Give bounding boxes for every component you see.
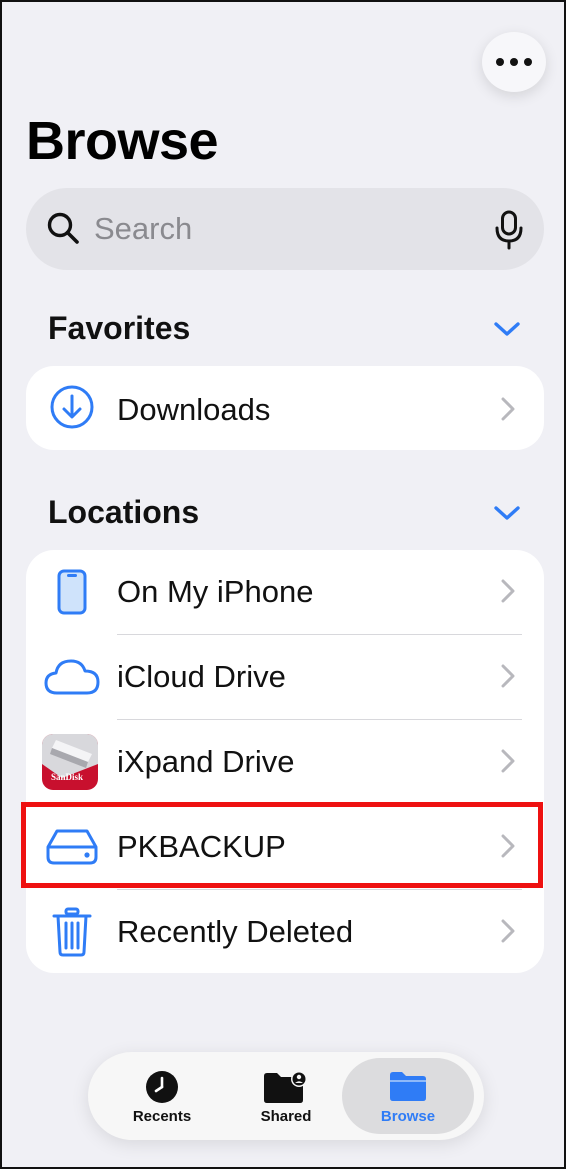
favorite-item-downloads[interactable]: Downloads: [26, 366, 544, 451]
microphone-icon[interactable]: [494, 210, 524, 250]
folder-icon: [390, 1072, 426, 1101]
iphone-icon: [44, 564, 100, 620]
search-bar[interactable]: [26, 188, 544, 270]
search-input[interactable]: [92, 206, 472, 252]
page-title: Browse: [26, 111, 219, 171]
chevron-down-icon[interactable]: [493, 320, 521, 338]
tab-label: Recents: [132, 1108, 192, 1125]
location-item-ixpand-drive[interactable]: SanDisk iXpand Drive: [26, 720, 544, 805]
tab-shared[interactable]: Shared: [220, 1058, 352, 1134]
chevron-right-icon: [501, 749, 515, 773]
sandisk-icon: SanDisk: [42, 734, 98, 790]
chevron-down-icon[interactable]: [493, 504, 521, 522]
clock-icon: [146, 1071, 178, 1103]
location-item-label: iCloud Drive: [117, 659, 286, 694]
download-icon: [44, 379, 100, 435]
location-item-label: iXpand Drive: [117, 744, 295, 779]
tab-browse[interactable]: Browse: [342, 1058, 474, 1134]
chevron-right-icon: [501, 579, 515, 603]
search-icon: [47, 212, 79, 244]
tab-recents[interactable]: Recents: [96, 1058, 228, 1134]
shared-folder-icon: [264, 1071, 307, 1103]
locations-header: Locations: [48, 494, 200, 530]
location-item-icloud-drive[interactable]: iCloud Drive: [26, 635, 544, 720]
locations-list: On My iPhone iCloud Drive SanDisk iXpand…: [26, 550, 544, 973]
favorites-header: Favorites: [48, 310, 191, 346]
location-item-label: Recently Deleted: [117, 914, 354, 949]
more-dot: [524, 58, 532, 66]
trash-icon: [44, 904, 100, 960]
more-options-button[interactable]: [482, 32, 546, 92]
location-item-recently-deleted[interactable]: Recently Deleted: [26, 890, 544, 975]
chevron-right-icon: [501, 397, 515, 421]
location-item-label: On My iPhone: [117, 574, 314, 609]
tab-bar: Recents Shared Browse: [88, 1052, 484, 1140]
sandisk-logo-text: SanDisk: [51, 772, 84, 782]
favorites-list: Downloads: [26, 366, 544, 450]
chevron-right-icon: [501, 919, 515, 943]
more-dot: [496, 58, 504, 66]
location-item-on-my-iphone[interactable]: On My iPhone: [26, 550, 544, 635]
favorite-item-label: Downloads: [117, 392, 271, 427]
tab-label: Shared: [260, 1108, 312, 1125]
chevron-right-icon: [501, 664, 515, 688]
highlight-box: [21, 802, 543, 888]
cloud-icon: [44, 649, 100, 705]
more-dot: [510, 58, 518, 66]
tab-label: Browse: [380, 1108, 436, 1125]
